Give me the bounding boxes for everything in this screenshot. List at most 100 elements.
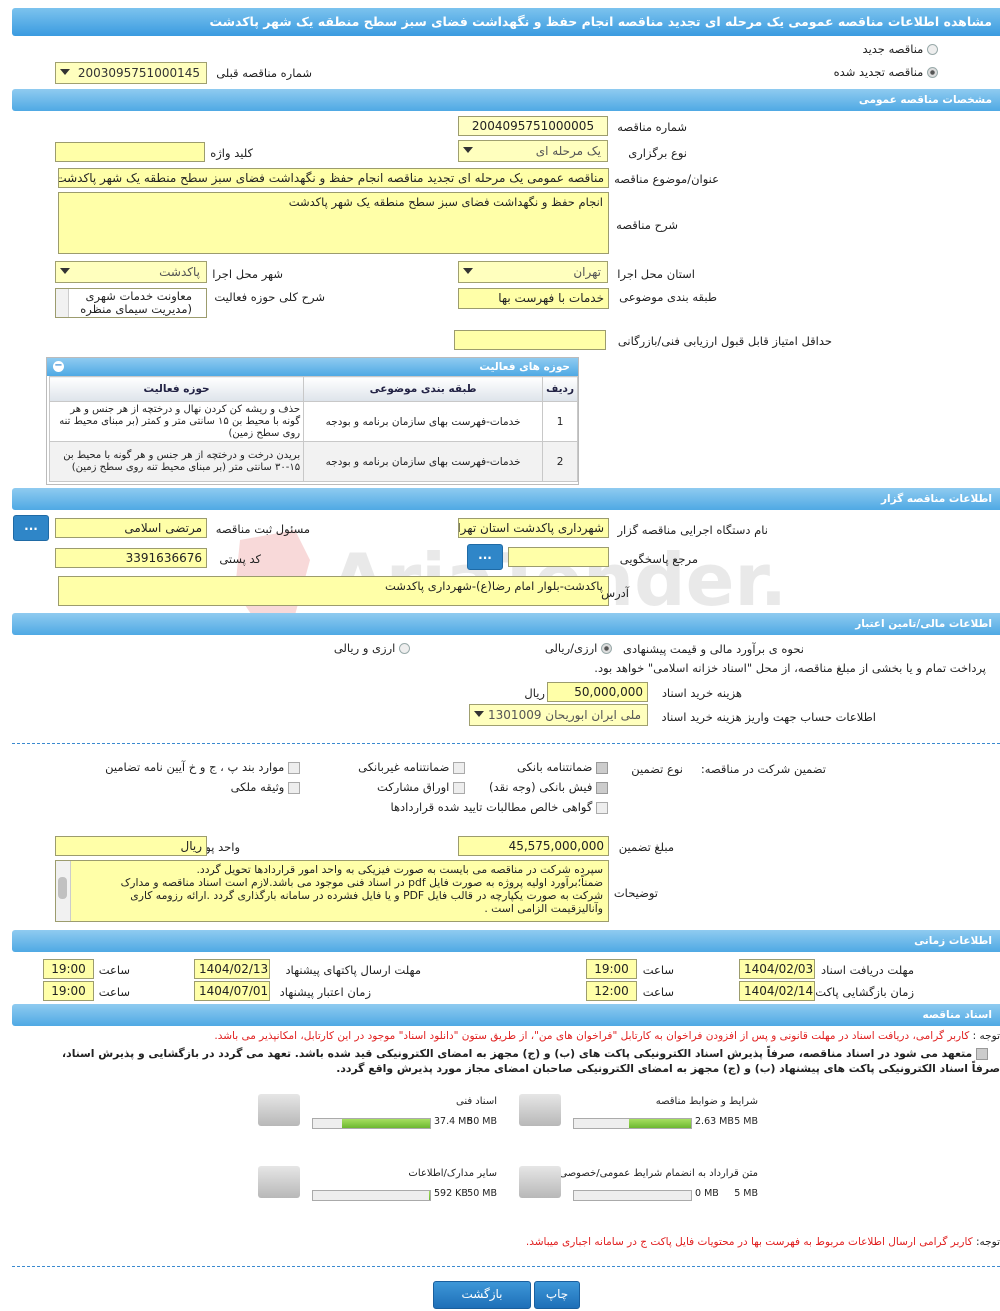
file-card[interactable]: اسناد فنی 50 MB 37.4 MB [252, 1080, 501, 1144]
notes-field[interactable]: سپرده شرکت در مناقصه می بایست به صورت فی… [55, 860, 609, 922]
divider [12, 743, 1000, 744]
subject-field[interactable]: مناقصه عمومی یک مرحله ای تجدید مناقصه ان… [58, 168, 609, 188]
opt-bank-guarantee-label: ضمانتنامه بانکی [516, 760, 593, 774]
opt-receivables-label: گواهی خالص مطالبات تایید شده قراردادها [390, 800, 593, 814]
registrar-lookup-button[interactable]: ... [13, 515, 49, 541]
account-label: اطلاعات حساب جهت واریز هزینه خرید اسناد [661, 710, 876, 724]
org-name-field[interactable]: شهرداری پاکدشت استان تهران [458, 518, 609, 538]
table-row[interactable]: 1 خدمات-فهرست بهای سازمان برنامه و بودجه… [48, 401, 578, 442]
registrar-label: مسئول ثبت مناقصه [215, 522, 310, 536]
radio-new-label: مناقصه جدید [862, 42, 924, 56]
section-timing: اطلاعات زمانی [12, 930, 1000, 952]
checkbox-icon[interactable] [596, 801, 608, 814]
scrollbar[interactable] [56, 861, 71, 921]
checkbox-icon[interactable] [453, 761, 465, 774]
treasury-checkbox-row[interactable]: پرداخت تمام و یا بخشی از مبلغ مناقصه، از… [594, 661, 986, 675]
scrollbar-thumb[interactable] [58, 877, 67, 899]
section-general: مشخصات مناقصه عمومی [12, 89, 1000, 111]
receive-deadline-time[interactable]: 19:00 [586, 959, 637, 979]
col-field: حوزه فعالیت [48, 376, 305, 402]
postal-field[interactable]: 3391636676 [55, 548, 207, 568]
notes-line: شرکت به صورت یکپارچه در قالب فایل PDF و … [130, 889, 603, 902]
file-card[interactable]: سایر مدارک/اطلاعات 50 MB 592 KB [252, 1152, 501, 1216]
opening-label: زمان بازگشایی پاکت ها [802, 985, 914, 999]
radio-renewed-tender[interactable]: مناقصه تجدید شده [834, 65, 938, 79]
opening-time[interactable]: 12:00 [586, 981, 637, 1001]
account-select[interactable]: ملی ایران ابوریحان 1301009 [469, 704, 648, 726]
min-score-input[interactable] [454, 330, 606, 350]
print-button[interactable]: چاپ [534, 1281, 580, 1309]
file-card[interactable]: متن قرارداد به انضمام شرایط عمومی/خصوصی … [513, 1152, 762, 1216]
back-button[interactable]: بازگشت [433, 1281, 531, 1309]
opt-bonds[interactable]: اوراق مشارکت [377, 780, 465, 794]
activities-header: حوزه های فعالیت − [47, 358, 578, 376]
number-field[interactable]: 2004095751000005 [458, 116, 608, 136]
file-progress-fill [428, 1191, 430, 1200]
currency-field[interactable]: ریال [55, 836, 207, 856]
submit-deadline-date[interactable]: 1404/02/13 [194, 959, 270, 979]
file-progress-fill [342, 1119, 430, 1128]
activities-panel: حوزه های فعالیت − ردیف طبقه بندی موضوعی … [46, 357, 579, 485]
opt-receivables[interactable]: گواهی خالص مطالبات تایید شده قراردادها [390, 800, 608, 814]
min-score-label: حداقل امتیاز قابل قبول ارزیابی فنی/بازرگ… [617, 334, 832, 348]
address-field[interactable]: پاکدشت-بلوار امام رضا(ع)-شهرداری پاکدشت [58, 576, 609, 606]
registrar-field[interactable]: مرتضی اسلامی [55, 518, 207, 538]
table-row[interactable]: 2 خدمات-فهرست بهای سازمان برنامه و بودجه… [48, 441, 578, 482]
file-name: اسناد فنی [456, 1096, 497, 1107]
amount-field[interactable]: 45,575,000,000 [458, 836, 609, 856]
validity-date[interactable]: 1404/07/01 [194, 981, 270, 1001]
holding-type-select[interactable]: یک مرحله ای [458, 140, 608, 162]
file-card[interactable]: شرایط و ضوابط مناقصه 5 MB 2.63 MB [513, 1080, 762, 1144]
receive-deadline-date[interactable]: 1404/02/03 [739, 959, 815, 979]
scrollbar[interactable] [56, 289, 69, 317]
radio-icon[interactable] [601, 643, 612, 654]
province-select[interactable]: تهران [458, 261, 608, 283]
doc-fee-unit: ریال [524, 686, 545, 700]
submit-deadline-time[interactable]: 19:00 [43, 959, 94, 979]
prev-number-select[interactable]: 2003095751000145 [55, 62, 207, 84]
col-category: طبقه بندی موضوعی [303, 376, 544, 402]
estimate-radio-2[interactable]: ارزی و ریالی [334, 641, 410, 655]
opt-clauses[interactable]: موارد بند پ ، ج و خ آیین نامه تضامین [105, 760, 300, 774]
response-ref-label: مرجع پاسخگویی [619, 552, 698, 566]
address-label: آدرس [601, 586, 629, 600]
estimate-opt2: ارزی و ریالی [333, 641, 396, 655]
description-field[interactable]: انجام حفظ و نگهداشت فضای سبز سطح منطقه ی… [58, 192, 609, 254]
keyword-input[interactable] [55, 142, 205, 162]
commit-line-1: متعهد می شود در اسناد مناقصه، صرفاً پذیر… [62, 1047, 988, 1060]
cell-category: خدمات-فهرست بهای سازمان برنامه و بودجه [303, 441, 544, 482]
doc-fee-field[interactable]: 50,000,000 [547, 682, 648, 702]
section-organizer: اطلاعات مناقصه گزار [12, 488, 1000, 510]
opt-property[interactable]: وثیقه ملکی [231, 780, 300, 794]
checkbox-icon[interactable] [596, 761, 608, 774]
collapse-icon[interactable]: − [53, 361, 64, 372]
estimate-radio-1[interactable]: ارزی/ریالی [545, 641, 612, 655]
col-row: ردیف [542, 376, 578, 402]
checkbox-icon[interactable] [288, 781, 300, 794]
radio-icon[interactable] [927, 44, 938, 55]
validity-time[interactable]: 19:00 [43, 981, 94, 1001]
holding-type-value: یک مرحله ای [535, 144, 601, 158]
opt-bank-guarantee[interactable]: ضمانتنامه بانکی [517, 760, 608, 774]
response-ref-field[interactable] [508, 547, 609, 567]
opening-date[interactable]: 1404/02/14 [739, 981, 815, 1001]
response-ref-lookup-button[interactable]: ... [467, 544, 503, 570]
checkbox-icon[interactable] [288, 761, 300, 774]
checkbox-icon[interactable] [976, 1048, 988, 1060]
checkbox-icon[interactable] [596, 781, 608, 794]
opt-non-bank-guarantee[interactable]: ضمانتنامه غیربانکی [358, 760, 465, 774]
radio-new-tender[interactable]: مناقصه جدید [863, 42, 938, 56]
activity-desc-field[interactable]: معاونت خدمات شهری (مدیریت سیمای منظره [55, 288, 207, 318]
divider [12, 1266, 1000, 1267]
file-size: 0 MB [695, 1188, 719, 1199]
account-value: ملی ایران ابوریحان 1301009 [488, 708, 641, 722]
file-max: 50 MB [467, 1188, 497, 1199]
category-field[interactable]: خدمات با فهرست بها [458, 288, 609, 309]
checkbox-icon[interactable] [453, 781, 465, 794]
radio-icon[interactable] [927, 67, 938, 78]
description-label: شرح مناقصه [616, 218, 678, 232]
city-select[interactable]: پاکدشت [55, 261, 207, 283]
category-label: طبقه بندی موضوعی [619, 290, 717, 304]
opt-cash-receipt[interactable]: فیش بانکی (وجه نقد) [489, 780, 608, 794]
radio-icon[interactable] [399, 643, 410, 654]
